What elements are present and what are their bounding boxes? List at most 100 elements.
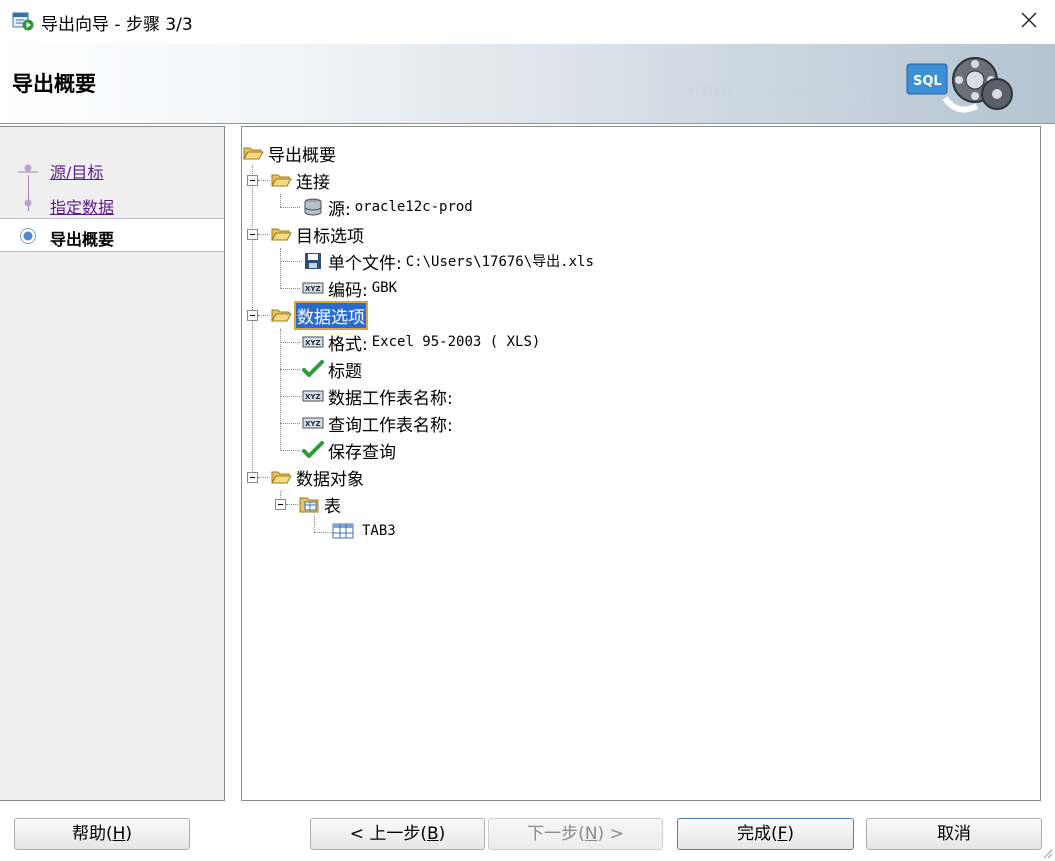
title-option-label: 标题 [328, 361, 362, 382]
tables-label: 表 [324, 496, 341, 517]
svg-text:XYZ: XYZ [305, 285, 321, 293]
tree-node-title[interactable]: 标题 [302, 357, 362, 382]
encoding-label: 编码: [328, 280, 368, 301]
checkmark-icon [302, 441, 324, 458]
window-title: 导出向导 - 步骤 3/3 [41, 15, 193, 35]
tree-line [280, 396, 300, 397]
svg-text:XYZ: XYZ [305, 339, 321, 347]
xyz-value-icon: XYZ [302, 390, 324, 402]
tree-node-format[interactable]: XYZ 格式: Excel 95-2003 ( XLS) [302, 330, 541, 355]
tree-line [280, 261, 300, 262]
tree-collapse-toggle[interactable] [247, 175, 258, 186]
step-source-target[interactable]: 源/目标 [0, 152, 224, 186]
tree-node-data-sheet-name[interactable]: XYZ 数据工作表名称: [302, 384, 453, 409]
step-specify-data[interactable]: 指定数据 [0, 187, 224, 221]
tree-node-save-query[interactable]: 保存查询 [302, 438, 396, 463]
floppy-disk-icon [305, 253, 321, 269]
encoding-value: GBK [371, 280, 398, 296]
folder-open-icon [271, 471, 292, 484]
button-label-end: ) [438, 824, 446, 844]
tree-node-tables[interactable]: 表 [298, 492, 341, 517]
mnemonic-key: F [777, 824, 788, 844]
tree-line [280, 207, 300, 208]
tree-collapse-toggle[interactable] [275, 499, 286, 510]
cancel-button[interactable]: 取消 [866, 818, 1042, 850]
tree-line [258, 315, 268, 316]
help-button[interactable]: 帮助(H) [14, 818, 190, 850]
tree-line [280, 342, 300, 343]
back-button[interactable]: < 上一步(B) [310, 818, 485, 850]
tree-node-encoding[interactable]: XYZ 编码: GBK [302, 276, 398, 301]
database-icon [304, 198, 322, 216]
tree-line [280, 329, 281, 451]
page-title: 导出概要 [12, 72, 96, 96]
mnemonic-key: B [426, 824, 439, 844]
tree-node-query-sheet-name[interactable]: XYZ 查询工作表名称: [302, 411, 453, 436]
svg-text:XYZ: XYZ [305, 420, 321, 428]
button-label-end: ) [787, 824, 795, 844]
tree-node-connection[interactable]: 连接 [270, 168, 330, 193]
data-sheet-label: 数据工作表名称: [328, 388, 453, 409]
tree-node-label: 连接 [296, 172, 330, 193]
table-name: TAB3 [362, 523, 396, 539]
next-button[interactable]: 下一步(N) > [488, 818, 663, 850]
tree-line [280, 423, 300, 424]
close-icon[interactable] [1017, 8, 1041, 32]
mnemonic-key: H [112, 824, 126, 844]
button-label: 取消 [937, 824, 971, 844]
tree-line [280, 288, 300, 289]
button-label-end: ) > [597, 824, 624, 844]
tree-line [258, 234, 268, 235]
binary-decoration-2: 0101010101 [810, 96, 871, 107]
query-sheet-label: 查询工作表名称: [328, 415, 453, 436]
tree-node-root[interactable]: 导出概要 [242, 141, 336, 166]
xyz-value-icon: XYZ [302, 282, 324, 294]
tree-line [286, 504, 298, 505]
tree-line [258, 477, 268, 478]
step-current-icon [20, 228, 36, 244]
tree-node-single-file[interactable]: 单个文件: C:\Users\17676\导出.xls [302, 249, 594, 274]
button-label: 完成( [736, 824, 778, 844]
table-folder-icon [299, 497, 319, 513]
svg-text:SQL: SQL [913, 74, 942, 89]
button-label: 下一步( [527, 824, 585, 844]
tree-collapse-toggle[interactable] [247, 472, 258, 483]
tree-node-table-tab3[interactable]: TAB3 [332, 519, 396, 543]
format-label: 格式: [328, 334, 368, 355]
button-label-end: ) [125, 824, 133, 844]
step-label: 源/目标 [50, 163, 104, 182]
tree-collapse-toggle[interactable] [247, 229, 258, 240]
folder-open-icon [271, 174, 292, 187]
source-value: oracle12c-prod [354, 199, 473, 215]
button-label: 帮助( [71, 824, 113, 844]
finish-button[interactable]: 完成(F) [677, 818, 854, 850]
tree-node-label: 导出概要 [268, 145, 336, 166]
step-done-icon [24, 199, 32, 207]
steps-panel: 源/目标 指定数据 导出概要 [0, 126, 225, 801]
folder-open-icon [271, 309, 292, 322]
format-value: Excel 95-2003 ( XLS) [371, 334, 541, 350]
step-export-summary[interactable]: 导出概要 [0, 218, 224, 252]
wizard-header: 导出概要 01010101010101010101010101 01010101… [0, 44, 1055, 124]
tree-line [280, 369, 300, 370]
tree-line [280, 194, 281, 207]
xyz-value-icon: XYZ [302, 336, 324, 348]
wizard-app-icon [12, 12, 34, 31]
tree-node-data-objects[interactable]: 数据对象 [270, 465, 364, 490]
tree-node-data-options[interactable]: 数据选项 [270, 300, 368, 330]
tree-line [314, 515, 315, 532]
file-label: 单个文件: [328, 253, 402, 274]
mnemonic-key: N [584, 824, 598, 844]
tree-node-label-selected: 数据选项 [294, 300, 368, 330]
tree-node-target-options[interactable]: 目标选项 [270, 222, 364, 247]
tree-line [280, 248, 281, 288]
step-label: 导出概要 [50, 230, 115, 249]
xyz-value-icon: XYZ [302, 417, 324, 429]
folder-open-icon [271, 228, 292, 241]
folder-open-icon [243, 147, 264, 160]
tree-collapse-toggle[interactable] [247, 310, 258, 321]
tree-node-label: 数据对象 [296, 469, 364, 490]
resize-grip-icon[interactable] [1041, 847, 1053, 859]
tree-line [258, 180, 268, 181]
tree-node-source[interactable]: 源: oracle12c-prod [302, 195, 473, 220]
